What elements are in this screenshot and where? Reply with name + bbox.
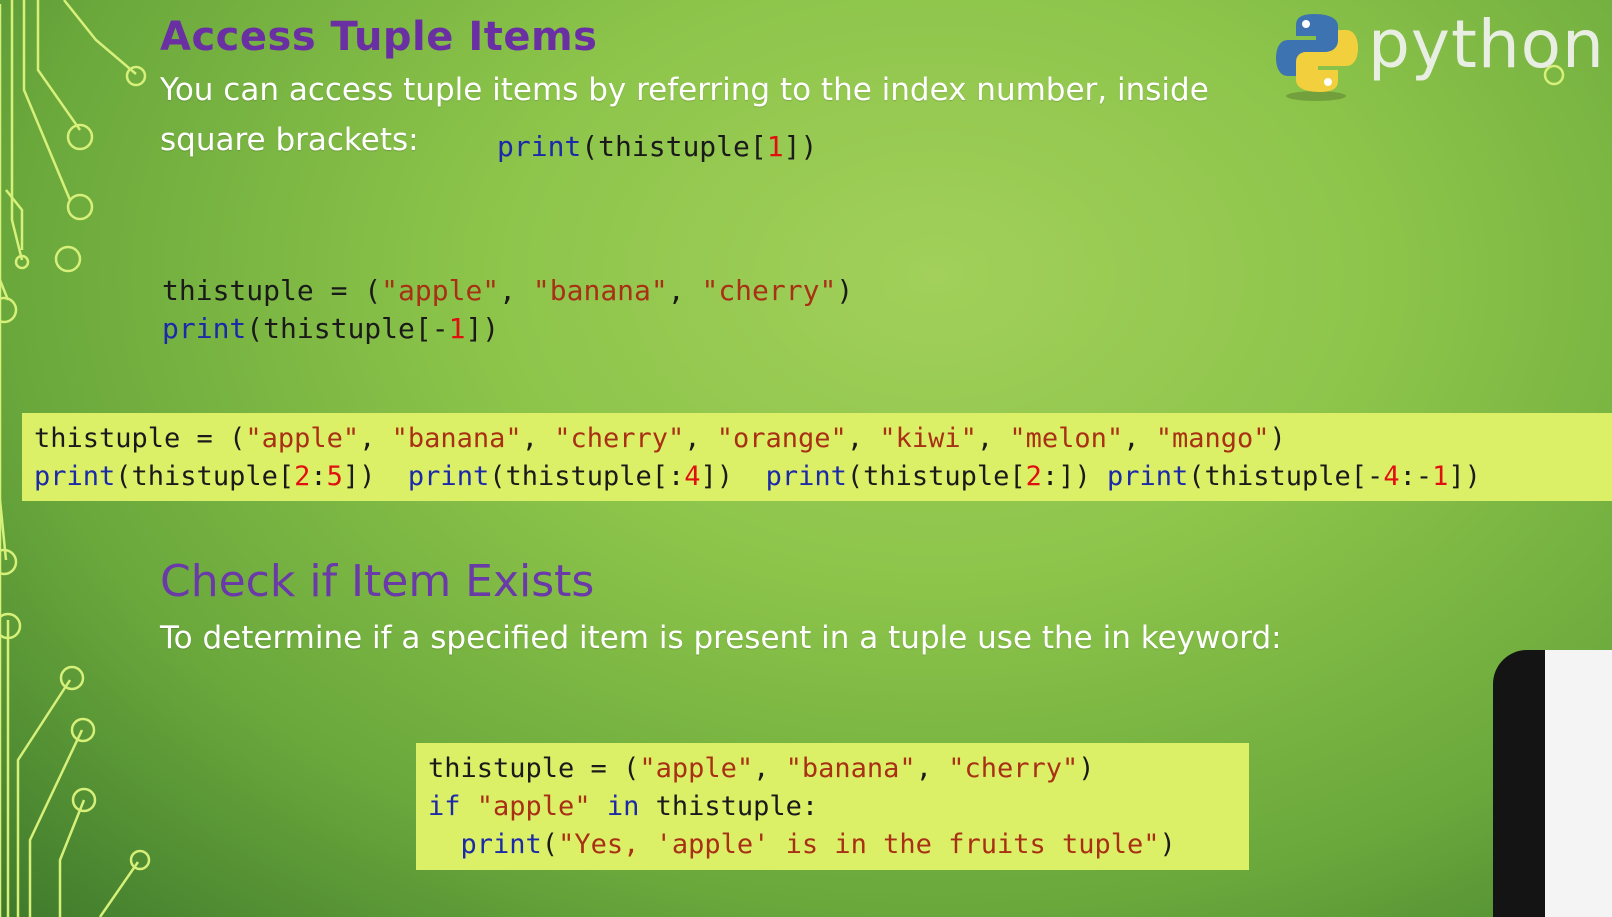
code-token: 4 (1383, 461, 1400, 492)
section-title-check: Check if Item Exists (160, 556, 595, 607)
code-token: print (34, 461, 116, 492)
code-token: ( (541, 829, 559, 860)
code-token: "apple" (245, 423, 360, 454)
code-token: thistuple = ( (34, 423, 246, 454)
code-token: "banana" (785, 753, 916, 784)
check-description: To determine if a specified item is pres… (160, 620, 1282, 656)
access-description-line2: square brackets: (160, 122, 419, 158)
code-token: in (606, 791, 640, 822)
python-logo-text: python (1368, 6, 1605, 83)
code-token: 4 (684, 461, 701, 492)
code-token: "cherry" (554, 423, 685, 454)
code-token: print (460, 829, 542, 860)
code-token: :- (1399, 461, 1433, 492)
code-line: if "apple" in thistuple: (428, 791, 818, 822)
code-check-item: thistuple = ("apple", "banana", "cherry"… (428, 750, 1176, 864)
code-token: (thistuple[ (846, 461, 1026, 492)
code-token: , (753, 753, 786, 784)
code-token: "banana" (391, 423, 522, 454)
code-range-of-indexes: thistuple = ("apple", "banana", "cherry"… (34, 420, 1481, 496)
code-token: "banana" (532, 274, 668, 307)
code-token: "apple" (381, 274, 500, 307)
code-negative-index: thistuple = ("apple", "banana", "cherry"… (162, 272, 853, 348)
section-title-access: Access Tuple Items (160, 14, 598, 60)
code-token: , (846, 423, 880, 454)
code-token: print (162, 312, 247, 345)
code-token: ]) (465, 312, 500, 345)
code-token: 1 (448, 312, 466, 345)
code-token: "cherry" (948, 753, 1079, 784)
code-token: ) (836, 274, 854, 307)
code-token: , (521, 423, 555, 454)
code-token: , (976, 423, 1010, 454)
code-token: thistuple = ( (162, 274, 382, 307)
code-token: ]) (700, 461, 766, 492)
code-token: "kiwi" (879, 423, 977, 454)
code-token: "cherry" (701, 274, 837, 307)
code-token: thistuple = ( (428, 753, 640, 784)
code-token: 2 (294, 461, 311, 492)
code-token: ]) (1448, 461, 1481, 492)
code-token: "orange" (716, 423, 847, 454)
code-token: , (1123, 423, 1156, 454)
code-token: "mango" (1155, 423, 1270, 454)
code-token: ]) (783, 130, 818, 163)
code-token: 2 (1025, 461, 1042, 492)
code-token: 5 (326, 461, 343, 492)
code-token: , (684, 423, 717, 454)
code-token: ) (1159, 829, 1176, 860)
code-line: thistuple = ("apple", "banana", "cherry"… (34, 423, 1286, 454)
code-token: : (310, 461, 327, 492)
code-token: (thistuple[ (115, 461, 295, 492)
webcam-panel-inner (1545, 650, 1612, 917)
code-token: "apple" (476, 791, 591, 822)
code-line: thistuple = ("apple", "banana", "cherry"… (162, 274, 853, 307)
code-token: , (499, 274, 533, 307)
code-token: , (359, 423, 392, 454)
code-token: 1 (1432, 461, 1449, 492)
code-token: print (497, 130, 582, 163)
code-token: "Yes, 'apple' is in the fruits tuple" (558, 829, 1160, 860)
code-token: print (407, 461, 490, 492)
code-line: print(thistuple[2:5]) print(thistuple[:4… (34, 461, 1481, 492)
code-token: (thistuple[- (1188, 461, 1384, 492)
code-token: "melon" (1009, 423, 1124, 454)
code-token: (thistuple[ (581, 130, 767, 163)
code-token: , (667, 274, 702, 307)
code-token: "apple" (639, 753, 754, 784)
code-token: ) (1078, 753, 1095, 784)
code-token: ) (1269, 423, 1286, 454)
code-token: if (428, 791, 461, 822)
code-line: print(thistuple[1]) (497, 130, 817, 163)
code-token: :]) (1041, 461, 1107, 492)
code-token: ]) (342, 461, 408, 492)
code-token: thistuple: (639, 791, 819, 822)
access-description-line1: You can access tuple items by referring … (160, 72, 1209, 108)
code-line: print("Yes, 'apple' is in the fruits tup… (428, 829, 1176, 860)
code-inline-index: print(thistuple[1]) (497, 128, 817, 166)
code-token: (thistuple[- (246, 312, 449, 345)
code-line: thistuple = ("apple", "banana", "cherry"… (428, 753, 1095, 784)
code-token: (thistuple[: (489, 461, 685, 492)
code-token: , (915, 753, 949, 784)
code-token: 1 (766, 130, 784, 163)
code-token: print (765, 461, 847, 492)
code-token: print (1106, 461, 1189, 492)
code-line: print(thistuple[-1]) (162, 312, 499, 345)
